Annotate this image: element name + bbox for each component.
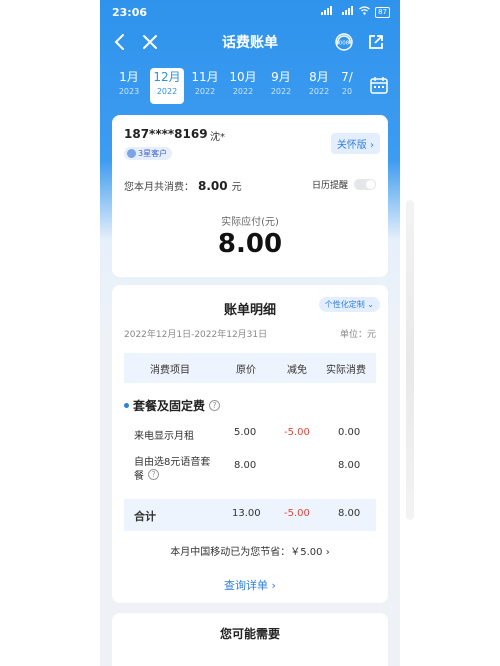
actual-payment-label: 实际应付(元) bbox=[221, 217, 279, 228]
tab-month-label: 12月 bbox=[153, 70, 181, 84]
row-actual: 0.00 bbox=[338, 427, 361, 438]
status-time: 23:06 bbox=[112, 5, 148, 19]
query-detail-link[interactable]: 查询详单 › bbox=[112, 577, 388, 593]
calendar-reminder-toggle[interactable] bbox=[354, 179, 376, 190]
tab-month-label: 11月 bbox=[191, 70, 219, 84]
headset-icon: 10086 bbox=[335, 33, 353, 51]
recommend-title: 您可能需要 bbox=[219, 627, 280, 641]
row-discount: -5.00 bbox=[284, 427, 310, 438]
tab-month-aug-2022[interactable]: 8月 2022 bbox=[302, 68, 336, 104]
row-price: 8.00 bbox=[234, 460, 257, 471]
close-icon bbox=[143, 35, 157, 49]
tab-year-label: 2023 bbox=[118, 87, 140, 96]
chevron-right-icon: › bbox=[370, 140, 374, 151]
chevron-left-icon bbox=[114, 34, 124, 50]
savings-text: 本月中国移动已为您节省：￥5.00 bbox=[170, 547, 323, 558]
header-item: 消费项目 bbox=[150, 364, 190, 376]
row-item: 自由选8元语音套 bbox=[134, 457, 211, 468]
tab-month-jul-2022[interactable]: 7/ 20 bbox=[336, 68, 358, 104]
calendar-reminder: 日历提醒 bbox=[312, 178, 376, 191]
back-button[interactable] bbox=[108, 30, 132, 54]
bullet-icon bbox=[124, 403, 129, 408]
star-badge-label: 3星客户 bbox=[138, 149, 168, 158]
close-button[interactable] bbox=[138, 30, 162, 54]
query-detail-label: 查询详单 bbox=[224, 579, 269, 592]
tab-month-label: 7/ bbox=[341, 70, 353, 84]
customize-label: 个性化定制 bbox=[324, 300, 365, 309]
tab-month-oct-2022[interactable]: 10月 2022 bbox=[226, 68, 260, 104]
tab-month-nov-2022[interactable]: 11月 2022 bbox=[188, 68, 222, 104]
row-actual: 8.00 bbox=[338, 460, 361, 471]
header-discount: 减免 bbox=[287, 364, 307, 376]
tab-month-label: 10月 bbox=[229, 70, 257, 84]
status-bar: 23:06 87 bbox=[100, 0, 400, 24]
recommend-card: 您可能需要 bbox=[112, 613, 388, 666]
header-price: 原价 bbox=[236, 364, 256, 376]
tab-year-label: 2022 bbox=[308, 87, 330, 96]
table-header: 消费项目 原价 减免 实际消费 bbox=[124, 353, 376, 383]
tab-month-label: 8月 bbox=[309, 70, 329, 84]
tab-year-label: 2022 bbox=[270, 87, 292, 96]
calendar-icon bbox=[370, 77, 388, 94]
customize-button[interactable]: 个性化定制 ⌄ bbox=[318, 297, 380, 312]
bill-detail-card: 账单明细 个性化定制 ⌄ 2022年12月1日-2022年12月31日 单位：元… bbox=[112, 285, 388, 603]
tab-month-sep-2022[interactable]: 9月 2022 bbox=[264, 68, 298, 104]
total-price: 13.00 bbox=[232, 508, 261, 519]
signal-icon-2 bbox=[342, 6, 354, 18]
tab-year-label: 20 bbox=[341, 87, 353, 96]
month-tabs: 1月 2023 12月 2022 11月 2022 10月 2022 9月 20… bbox=[100, 65, 400, 115]
total-row: 合计 13.00 -5.00 8.00 bbox=[124, 499, 376, 531]
row-item-line2: 餐 bbox=[134, 471, 144, 482]
section-package-fixed: 套餐及固定费 ? bbox=[124, 397, 221, 414]
signal-icon bbox=[321, 6, 337, 18]
tab-month-label: 1月 bbox=[119, 70, 139, 84]
tab-year-label: 2022 bbox=[232, 87, 254, 96]
tab-year-label: 2022 bbox=[156, 87, 178, 96]
savings-link[interactable]: 本月中国移动已为您节省：￥5.00 › bbox=[112, 543, 388, 558]
user-name: 沈* bbox=[210, 132, 225, 143]
actual-payment-amount: 8.00 bbox=[217, 229, 283, 259]
star-icon bbox=[127, 149, 136, 158]
row-price: 5.00 bbox=[234, 427, 257, 438]
help-icon[interactable]: ? bbox=[209, 400, 221, 411]
header-actual: 实际消费 bbox=[326, 364, 366, 376]
bill-unit: 单位：元 bbox=[339, 330, 376, 340]
total-actual: 8.00 bbox=[338, 508, 361, 519]
account-card: 187****8169 沈* 3星客户 关怀版 › 您本月共消费： 8.00 元… bbox=[112, 115, 388, 277]
calendar-reminder-label: 日历提醒 bbox=[311, 181, 348, 191]
row-item-cont: 餐 ? bbox=[134, 467, 159, 482]
tab-month-dec-2022[interactable]: 12月 2022 bbox=[150, 68, 184, 104]
customer-service-button[interactable]: 10086 bbox=[332, 30, 356, 54]
phone-number: 187****8169 bbox=[124, 127, 208, 141]
row-item: 来电显示月租 bbox=[134, 431, 194, 442]
chevron-down-icon: ⌄ bbox=[367, 300, 374, 309]
bill-period: 2022年12月1日-2022年12月31日 bbox=[124, 330, 268, 340]
total-label: 合计 bbox=[134, 510, 156, 523]
star-badge: 3星客户 bbox=[124, 147, 173, 160]
wifi-icon bbox=[359, 6, 370, 18]
help-icon[interactable]: ? bbox=[148, 469, 159, 480]
share-icon bbox=[369, 35, 383, 49]
tab-month-jan-2023[interactable]: 1月 2023 bbox=[112, 68, 146, 104]
total-discount: -5.00 bbox=[284, 508, 310, 519]
chevron-right-icon: › bbox=[325, 547, 330, 558]
section-title: 套餐及固定费 bbox=[133, 399, 206, 413]
share-button[interactable] bbox=[364, 30, 388, 54]
monthly-total-label: 您本月共消费： bbox=[124, 182, 194, 193]
tab-month-label: 9月 bbox=[271, 70, 291, 84]
battery-icon: 87 bbox=[375, 6, 390, 18]
monthly-total-unit: 元 bbox=[231, 182, 242, 193]
care-mode-label: 关怀版 bbox=[336, 140, 367, 151]
status-icons: 87 bbox=[321, 6, 390, 18]
phone-screen: 23:06 87 话费账单 10086 1月 2023 12月 2022 11月… bbox=[100, 0, 400, 666]
scroll-track bbox=[406, 200, 414, 520]
service-label: 10086 bbox=[335, 41, 353, 47]
calendar-button[interactable] bbox=[368, 74, 390, 96]
tab-year-label: 2022 bbox=[194, 87, 216, 96]
care-mode-button[interactable]: 关怀版 › bbox=[330, 133, 380, 154]
monthly-total: 您本月共消费： 8.00 元 bbox=[124, 178, 242, 193]
monthly-total-value: 8.00 bbox=[198, 179, 228, 193]
chevron-right-icon: › bbox=[271, 579, 276, 592]
header: 话费账单 10086 bbox=[100, 24, 400, 60]
